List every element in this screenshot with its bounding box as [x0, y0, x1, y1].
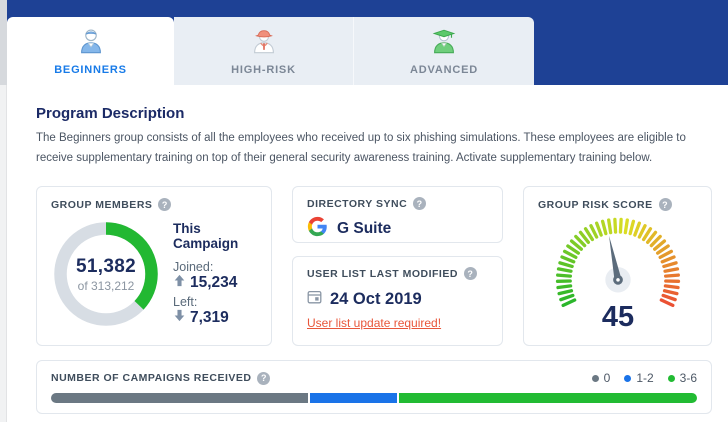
help-icon[interactable] [464, 267, 477, 280]
help-icon[interactable] [257, 372, 270, 385]
campaign-stats: This Campaign Joined: 15,234 Left: 7,319 [173, 221, 257, 327]
campaigns-legend: 0 1-2 3-6 [592, 371, 697, 385]
left-label: Left: [173, 295, 257, 309]
user-list-title: USER LIST LAST MODIFIED [307, 267, 488, 280]
legend-label: 3-6 [680, 371, 697, 385]
group-members-card: GROUP MEMBERS 51,382 of 313,212 This Cam… [36, 186, 272, 346]
campaigns-received-card: NUMBER OF CAMPAIGNS RECEIVED 0 1-2 3-6 [36, 360, 712, 414]
directory-sync-title-text: DIRECTORY SYNC [307, 198, 407, 210]
risk-score-card: GROUP RISK SCORE 45 [523, 186, 712, 346]
calendar-icon [307, 289, 322, 309]
page-background-strip [0, 85, 7, 422]
campaigns-bar-segment-1-2 [310, 393, 397, 403]
last-modified-date: 24 Oct 2019 [330, 290, 422, 309]
directory-sync-provider-row: G Suite [307, 216, 488, 242]
user-list-title-text: USER LIST LAST MODIFIED [307, 268, 458, 280]
tab-high-risk[interactable]: HIGH-RISK [174, 17, 354, 85]
tab-beginners-label: BEGINNERS [54, 64, 127, 76]
beginner-person-icon [76, 27, 106, 59]
user-list-card: USER LIST LAST MODIFIED 24 Oct 2019 User… [292, 256, 503, 346]
arrow-up-icon [173, 274, 186, 292]
middle-card-column: DIRECTORY SYNC G Suite [292, 186, 503, 346]
directory-sync-card: DIRECTORY SYNC G Suite [292, 186, 503, 243]
page-title: Program Description [36, 105, 184, 122]
legend-dot-icon [668, 375, 675, 382]
help-icon[interactable] [659, 198, 672, 211]
left-value-row: 7,319 [173, 309, 257, 327]
page-background-strip [0, 0, 7, 85]
user-list-update-link[interactable]: User list update required! [307, 316, 441, 330]
tab-advanced-label: ADVANCED [410, 64, 478, 76]
risk-gauge-chart: 45 [538, 215, 698, 331]
tab-bar: BEGINNERS HIGH-RISK ADVANCED [7, 17, 534, 85]
google-logo-icon [307, 216, 328, 242]
tab-high-risk-label: HIGH-RISK [231, 64, 296, 76]
legend-item-0: 0 [592, 371, 611, 385]
graduate-person-icon [429, 27, 459, 59]
risk-score-title: GROUP RISK SCORE [538, 198, 697, 211]
members-donut-chart: 51,382 of 313,212 [51, 219, 161, 329]
left-value: 7,319 [190, 309, 229, 327]
legend-item-1-2: 1-2 [624, 371, 653, 385]
directory-sync-title: DIRECTORY SYNC [307, 197, 488, 210]
member-total: of 313,212 [78, 279, 135, 293]
joined-label: Joined: [173, 260, 257, 274]
member-count: 51,382 [76, 256, 136, 278]
joined-value: 15,234 [190, 274, 237, 292]
arrow-down-icon [173, 309, 186, 327]
group-members-title: GROUP MEMBERS [51, 198, 257, 211]
campaigns-header-row: NUMBER OF CAMPAIGNS RECEIVED 0 1-2 3-6 [51, 371, 697, 385]
tab-beginners[interactable]: BEGINNERS [7, 17, 174, 85]
group-members-body: 51,382 of 313,212 This Campaign Joined: … [51, 219, 257, 329]
legend-dot-icon [624, 375, 631, 382]
group-members-title-text: GROUP MEMBERS [51, 199, 152, 211]
legend-label: 1-2 [636, 371, 653, 385]
campaigns-bar-segment-0 [51, 393, 308, 403]
campaigns-stacked-bar [51, 393, 697, 403]
directory-sync-provider: G Suite [337, 220, 391, 238]
legend-label: 0 [604, 371, 611, 385]
campaigns-title: NUMBER OF CAMPAIGNS RECEIVED [51, 372, 270, 385]
main-panel: Program Description The Beginners group … [7, 85, 728, 422]
high-risk-person-icon [249, 27, 279, 59]
legend-item-3-6: 3-6 [668, 371, 697, 385]
legend-dot-icon [592, 375, 599, 382]
donut-center-labels: 51,382 of 313,212 [51, 219, 161, 329]
campaigns-bar-segment-3-6 [399, 393, 697, 403]
help-icon[interactable] [158, 198, 171, 211]
last-modified-date-row: 24 Oct 2019 [307, 289, 488, 309]
risk-score-value: 45 [538, 301, 698, 334]
joined-value-row: 15,234 [173, 274, 257, 292]
campaign-stats-title: This Campaign [173, 221, 257, 251]
stats-card-row: GROUP MEMBERS 51,382 of 313,212 This Cam… [36, 186, 712, 346]
risk-score-title-text: GROUP RISK SCORE [538, 199, 653, 211]
program-description: The Beginners group consists of all the … [36, 129, 712, 168]
campaigns-title-text: NUMBER OF CAMPAIGNS RECEIVED [51, 372, 251, 384]
help-icon[interactable] [413, 197, 426, 210]
tab-advanced[interactable]: ADVANCED [354, 17, 534, 85]
